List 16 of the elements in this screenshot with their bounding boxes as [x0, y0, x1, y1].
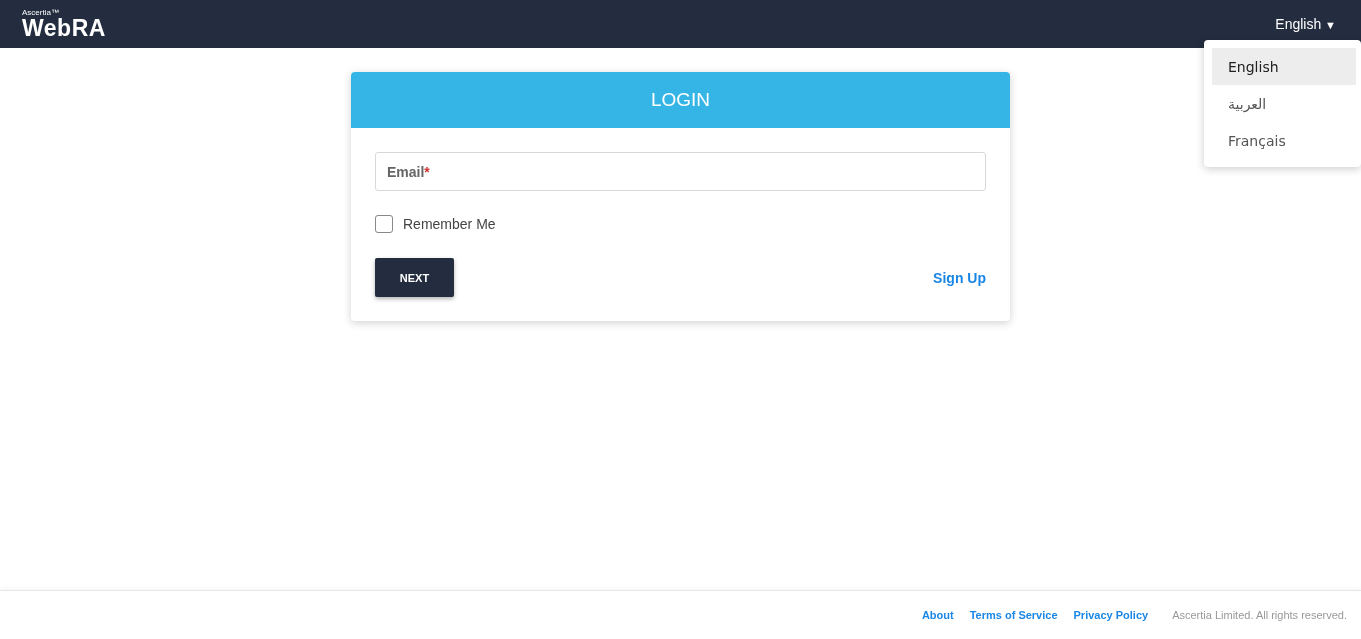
language-option[interactable]: العربية — [1212, 85, 1356, 122]
remember-label: Remember Me — [403, 216, 496, 232]
language-selector[interactable]: English ▼ — [1275, 16, 1336, 32]
language-option[interactable]: English — [1212, 48, 1356, 85]
sign-up-link[interactable]: Sign Up — [933, 269, 986, 286]
brand-logo: WebRA — [22, 16, 106, 40]
email-field[interactable]: Email* — [375, 152, 986, 191]
brand-tagline: Ascertia™ — [22, 8, 60, 17]
language-option[interactable]: Français — [1212, 122, 1356, 159]
footer-link[interactable]: Terms of Service — [969, 609, 1058, 621]
footer-link[interactable]: About — [921, 609, 954, 621]
remember-checkbox[interactable] — [375, 215, 393, 233]
footer-link[interactable]: Privacy Policy — [1073, 609, 1149, 621]
login-header: LOGIN — [351, 72, 1010, 128]
next-button[interactable]: NEXT — [375, 258, 454, 297]
copyright-text: Ascertia Limited. All rights reserved. — [1172, 609, 1347, 621]
